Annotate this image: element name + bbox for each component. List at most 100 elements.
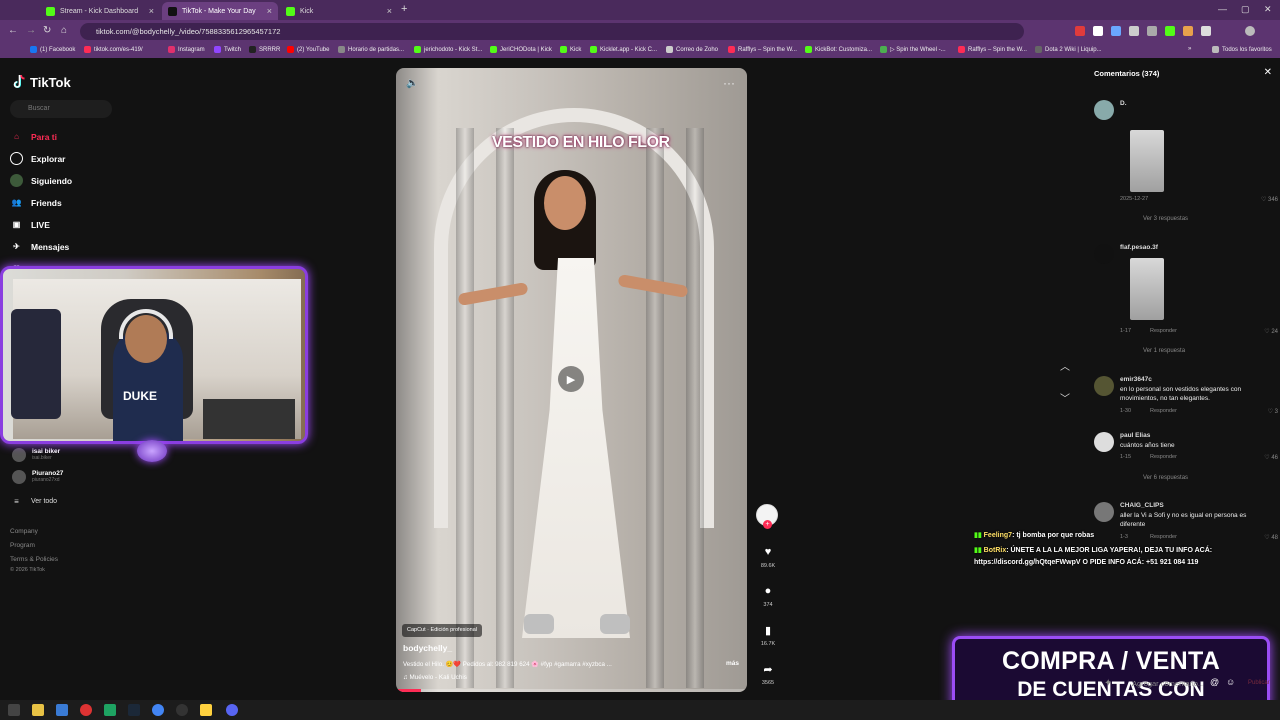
footer-program[interactable]: Program [10, 542, 35, 549]
reply-button[interactable]: Responder [1150, 408, 1177, 414]
tab-kick-dashboard[interactable]: Stream - Kick Dashboard × [40, 2, 160, 20]
close-icon[interactable]: × [149, 6, 154, 16]
video-username[interactable]: bodychelly_ [403, 643, 452, 653]
save-button[interactable]: ▮ 16.7K [754, 624, 782, 647]
extension-icon[interactable] [1075, 26, 1085, 36]
app-icon[interactable] [200, 704, 212, 716]
obs-icon[interactable] [176, 704, 188, 716]
nav-live[interactable]: ▣ LIVE [10, 218, 50, 231]
more-options-icon[interactable]: ··· [723, 76, 735, 90]
nav-siguiendo[interactable]: Siguiendo [10, 174, 72, 187]
video-player[interactable]: VESTIDO EN HILO FLOR 🔈 ··· ▶ CapCut · Ed… [396, 68, 747, 692]
folder-icon[interactable] [32, 704, 44, 716]
extension-icon[interactable] [1093, 26, 1103, 36]
follow-plus-icon[interactable]: + [763, 520, 772, 529]
bookmark-item[interactable]: Correo de Zoho [666, 46, 718, 53]
bookmark-item[interactable]: Dota 2 Wiki | Liquip... [1035, 46, 1102, 53]
tab-kick[interactable]: Kick × [280, 2, 398, 20]
extension-icon[interactable] [1111, 26, 1121, 36]
bookmarks-folder[interactable]: Todos los favoritos [1212, 46, 1272, 53]
close-icon[interactable]: × [387, 6, 392, 16]
chevron-more-icon[interactable]: » [1188, 46, 1191, 52]
music-link[interactable]: ♫ Muévelo - Kali Uchis [403, 674, 467, 681]
maximize-button[interactable]: ▢ [1241, 4, 1250, 15]
following-user[interactable]: isai biker isai.biker [12, 448, 60, 462]
window-close-button[interactable]: ✕ [1264, 4, 1272, 15]
publish-button[interactable]: Publicar [1248, 680, 1270, 686]
view-replies[interactable]: Ver 3 respuestas [1143, 216, 1188, 222]
see-all-link[interactable]: ≡ Ver todo [10, 495, 57, 508]
avatar[interactable] [1094, 244, 1114, 264]
reload-icon[interactable]: ↻ [43, 25, 51, 36]
previous-video-icon[interactable]: ︿ [1060, 358, 1070, 373]
bookmark-item[interactable]: Rafflys – Spin the W... [728, 46, 797, 53]
profile-avatar[interactable] [1245, 26, 1255, 36]
comment-image[interactable] [1130, 258, 1164, 320]
app-icon[interactable] [104, 704, 116, 716]
reply-button[interactable]: Responder [1150, 454, 1177, 460]
footer-company[interactable]: Company [10, 528, 38, 535]
share-button[interactable]: ➦ 3565 [754, 663, 782, 686]
bookmark-item[interactable]: jerichodoto - Kick St... [414, 46, 482, 53]
url-field[interactable]: tiktok.com/@bodychelly_/video/7588335612… [80, 23, 1024, 40]
nav-para-ti[interactable]: ⌂ Para ti [10, 130, 57, 143]
nav-explorar[interactable]: Explorar [10, 152, 66, 165]
extensions-puzzle-icon[interactable] [1201, 26, 1211, 36]
forward-icon[interactable]: → [26, 25, 36, 36]
home-icon[interactable]: ⌂ [61, 25, 67, 36]
bookmark-item[interactable]: Kick [560, 46, 581, 53]
minimize-button[interactable]: — [1218, 4, 1227, 14]
chrome-icon[interactable] [152, 704, 164, 716]
app-icon[interactable] [56, 704, 68, 716]
nav-mensajes[interactable]: ✈ Mensajes [10, 240, 69, 253]
bookmark-item[interactable]: Twitch [214, 46, 241, 53]
following-user[interactable]: Piurano27 piurano27xd [12, 470, 63, 484]
next-video-icon[interactable]: ﹀ [1060, 390, 1070, 405]
comment-image[interactable] [1130, 130, 1164, 192]
bookmark-item[interactable]: Kicklet.app - Kick C... [590, 46, 657, 53]
extension-icon[interactable] [1129, 26, 1139, 36]
view-replies[interactable]: Ver 6 respuestas [1143, 475, 1188, 481]
search-input[interactable]: Buscar [10, 100, 112, 118]
bookmark-item[interactable]: tiktok.com/es-419/ [84, 46, 143, 53]
footer-terms[interactable]: Terms & Policies [10, 556, 58, 563]
extension-icon[interactable] [1165, 26, 1175, 36]
mention-icon[interactable]: @ [1210, 677, 1219, 687]
comment-like[interactable]: ♡ 46 [1264, 454, 1278, 461]
emoji-icon[interactable]: ☺ [1226, 677, 1235, 687]
bookmark-item[interactable]: SRRRR [249, 46, 280, 53]
capcut-tag[interactable]: CapCut · Edición profesional [402, 624, 483, 637]
comment-like[interactable]: ♡ 3 [1268, 408, 1278, 415]
back-icon[interactable]: ← [8, 25, 18, 36]
volume-icon[interactable]: 🔈 [406, 78, 418, 89]
comment-like[interactable]: ♡ 346 [1261, 196, 1278, 203]
extension-icon[interactable] [1147, 26, 1157, 36]
close-icon[interactable]: × [267, 6, 272, 16]
avatar[interactable] [1094, 502, 1114, 522]
tiktok-logo[interactable]: TikTok [12, 74, 71, 90]
play-button[interactable]: ▶ [558, 366, 584, 392]
tab-tiktok[interactable]: TikTok - Make Your Day × [162, 2, 278, 20]
steam-icon[interactable] [128, 704, 140, 716]
windows-start-icon[interactable] [8, 704, 20, 716]
more-link[interactable]: más [726, 660, 739, 667]
video-progress-bar[interactable] [396, 689, 747, 692]
close-icon[interactable]: ✕ [1264, 67, 1272, 78]
bookmark-item[interactable]: Rafflys – Spin the W... [958, 46, 1027, 53]
avatar[interactable] [1094, 432, 1114, 452]
bookmark-item[interactable]: Instagram [168, 46, 205, 53]
comment-like[interactable]: ♡ 24 [1264, 328, 1278, 335]
bookmark-item[interactable]: ▷ Spin the Wheel -... [880, 46, 946, 53]
reply-button[interactable]: Responder [1150, 328, 1177, 334]
new-tab-button[interactable]: + [401, 3, 407, 15]
extension-icon[interactable] [1183, 26, 1193, 36]
bookmark-item[interactable]: JeriCHODota | Kick [490, 46, 552, 53]
gift-icon[interactable]: ✦ [1104, 678, 1112, 689]
opera-icon[interactable] [80, 704, 92, 716]
nav-friends[interactable]: 👥 Friends [10, 196, 62, 209]
bookmark-item[interactable]: (2) YouTube [287, 46, 329, 53]
like-button[interactable]: ♥ 89.6K [754, 546, 782, 569]
bookmark-item[interactable]: Horario de partidas... [338, 46, 404, 53]
bookmark-item[interactable]: (1) Facebook [30, 46, 75, 53]
avatar[interactable] [1094, 376, 1114, 396]
